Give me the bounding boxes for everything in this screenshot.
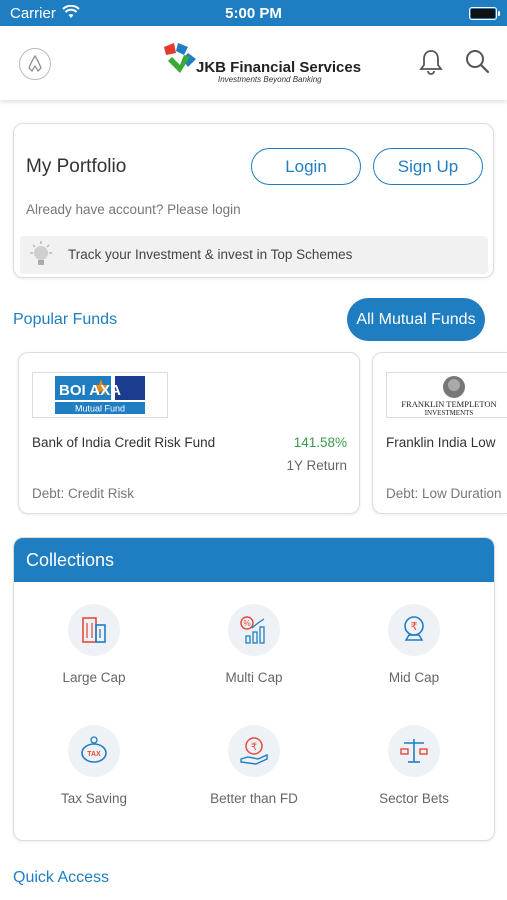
fund-name: Bank of India Credit Risk Fund [32,435,216,450]
fund-name: Franklin India Low [386,435,496,450]
percent-growth-icon: % [228,604,280,656]
logo-emblem-icon [164,43,196,73]
status-bar: Carrier 5:00 PM [0,0,507,26]
track-text: Track your Investment & invest in Top Sc… [68,247,353,262]
collection-tax-saving[interactable]: TAX Tax Saving [19,725,169,825]
svg-text:FRANKLIN TEMPLETON: FRANKLIN TEMPLETON [401,399,496,409]
popular-funds-title: Popular Funds [13,311,118,328]
quick-access-title[interactable]: Quick Access [13,869,109,887]
collection-label: Large Cap [62,670,126,685]
collection-label: Tax Saving [60,791,128,806]
svg-text:BOI AXA: BOI AXA [59,382,121,399]
bell-icon [419,50,443,75]
collection-label: Mid Cap [388,670,440,685]
collection-large-cap[interactable]: Large Cap [19,604,169,704]
search-button[interactable] [464,48,490,81]
collection-sector-bets[interactable]: Sector Bets [339,725,489,825]
fund-logo: BOI AXA Mutual Fund [32,372,168,418]
profile-button[interactable] [19,48,51,80]
collections-card: Collections Large Cap % Multi Cap ₹ Mid … [13,537,495,841]
fund-return-value: 141.58% [293,435,347,450]
svg-text:TAX: TAX [87,751,101,758]
all-mutual-funds-button[interactable]: All Mutual Funds [347,298,485,341]
fund-category: Debt: Credit Risk [32,486,135,501]
collection-mid-cap[interactable]: ₹ Mid Cap [339,604,489,704]
collection-multi-cap[interactable]: % Multi Cap [179,604,329,704]
svg-text:%: % [243,619,250,628]
fund-card[interactable]: FRANKLIN TEMPLETON INVESTMENTS Franklin … [372,352,507,514]
brand-name: JKB Financial Services [196,59,362,76]
lightbulb-icon [30,241,52,265]
collections-header: Collections [14,538,494,582]
svg-text:Mutual Fund: Mutual Fund [75,404,125,414]
fund-card[interactable]: BOI AXA Mutual Fund Bank of India Credit… [18,352,360,514]
piggy-bank-tax-icon: TAX [68,725,120,777]
building-icon [68,604,120,656]
svg-text:INVESTMENTS: INVESTMENTS [425,409,474,417]
brand-logo: JKB Financial Services Investments Beyon… [160,41,361,85]
collection-label: Multi Cap [225,670,283,685]
fund-category: Debt: Low Duration [386,486,502,501]
svg-text:₹: ₹ [251,742,257,753]
login-button[interactable]: Login [251,148,361,185]
collection-better-than-fd[interactable]: ₹ Better than FD [179,725,329,825]
brand-tagline: Investments Beyond Banking [218,75,322,84]
svg-text:₹: ₹ [411,620,418,633]
rupee-coin-stand-icon: ₹ [388,604,440,656]
battery-icon [469,7,500,20]
portfolio-card: My Portfolio Login Sign Up Already have … [13,123,494,278]
balance-scale-icon [388,725,440,777]
collection-label: Sector Bets [379,791,449,806]
search-icon [466,50,490,74]
fund-return-label: 1Y Return [286,458,347,473]
notifications-button[interactable] [418,48,444,81]
track-investment-banner[interactable]: Track your Investment & invest in Top Sc… [20,236,488,274]
namaste-icon [28,54,42,72]
collection-label: Better than FD [210,791,298,806]
app-header: JKB Financial Services Investments Beyon… [0,26,507,100]
clock: 5:00 PM [225,5,282,22]
fund-logo: FRANKLIN TEMPLETON INVESTMENTS [386,372,507,418]
collections-title: Collections [26,550,115,570]
signup-button[interactable]: Sign Up [373,148,483,185]
rupee-hand-icon: ₹ [228,725,280,777]
portfolio-title: My Portfolio [26,156,127,177]
login-hint: Already have account? Please login [26,202,241,217]
